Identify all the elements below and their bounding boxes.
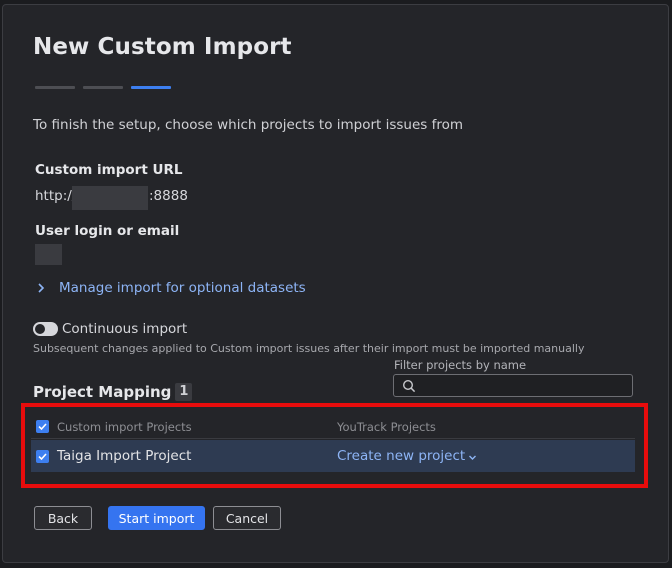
url-port: :8888 — [149, 188, 188, 204]
redacted-host — [72, 186, 148, 210]
filter-label: Filter projects by name — [394, 358, 527, 372]
step-indicator-3-active — [131, 86, 171, 89]
search-icon — [402, 379, 416, 393]
highlight-box — [21, 403, 648, 488]
continuous-import-row[interactable]: Continuous import — [33, 321, 187, 337]
project-mapping-title: Project Mapping — [33, 383, 172, 401]
url-prefix: http:// — [35, 188, 77, 204]
login-field-label: User login or email — [35, 223, 180, 239]
dialog-title: New Custom Import — [33, 34, 292, 60]
continuous-import-label: Continuous import — [62, 321, 188, 337]
project-count-badge: 1 — [175, 383, 193, 401]
continuous-import-switch[interactable] — [33, 322, 58, 336]
start-import-button[interactable]: Start import — [108, 506, 205, 530]
redacted-login — [35, 244, 62, 265]
back-button[interactable]: Back — [34, 506, 92, 530]
optional-datasets-link[interactable]: Manage import for optional datasets — [59, 280, 306, 296]
project-mapping-heading: Project Mapping 1 — [33, 383, 193, 401]
url-field-label: Custom import URL — [35, 162, 183, 178]
chevron-right-icon — [38, 283, 45, 293]
step-indicator-1 — [35, 86, 75, 89]
cancel-button[interactable]: Cancel — [213, 506, 281, 530]
continuous-import-help: Subsequent changes applied to Custom imp… — [33, 342, 585, 355]
step-indicator-2 — [83, 86, 123, 89]
optional-datasets-toggle[interactable]: Manage import for optional datasets — [35, 280, 306, 296]
filter-projects-box[interactable] — [393, 374, 633, 397]
setup-instructions: To finish the setup, choose which projec… — [33, 117, 464, 133]
filter-projects-input[interactable] — [420, 375, 628, 396]
